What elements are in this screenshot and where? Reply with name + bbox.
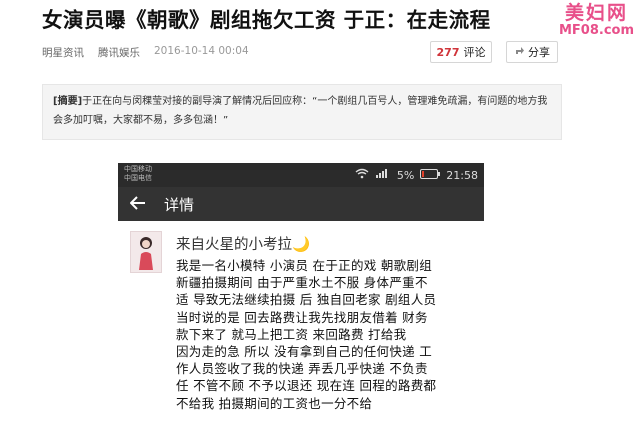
battery-percent: 5% [396, 168, 415, 182]
signal-icon [375, 168, 391, 182]
publish-time: 2016-10-14 00:04 [154, 45, 249, 57]
nav-bar: 详情 [118, 187, 484, 221]
comment-count: 277 [436, 45, 460, 59]
post-line: 任 不管不顾 不予以退还 现在连 回程的路费都 [176, 378, 437, 394]
nav-title: 详情 [164, 195, 195, 214]
post-line: 款下来了 就马上把工资 来回路费 打给我 [176, 326, 407, 342]
comment-label: 评论 [463, 46, 486, 59]
post-line: 因为走的急 所以 没有拿到自己的任何快递 工 [176, 344, 433, 360]
avatar[interactable] [130, 231, 162, 273]
share-button[interactable]: 分享 [506, 41, 558, 63]
author-name[interactable]: 来自火星的小考拉🌙 [176, 233, 310, 254]
carrier-line-2: 中国电信 [124, 174, 152, 182]
moon-icon: 🌙 [292, 237, 311, 253]
post-line: 不给我 拍摄期间的工资也一分不给 [176, 395, 373, 411]
phone-screenshot: 中国移动 中国电信 5% 21:58 详情 来自火星的小考拉🌙 我是一名小模特 … [118, 163, 484, 424]
article-meta: 明星资讯 腾讯娱乐 2016-10-14 00:04 [42, 45, 249, 60]
author-name-text: 来自火星的小考拉 [176, 237, 292, 253]
carrier-info: 中国移动 中国电信 [124, 165, 152, 183]
post-line: 新疆拍摄期间 由于严重水土不服 身体严重不 [176, 275, 428, 291]
article-headline: 女演员曝《朝歌》剧组拖欠工资 于正：在走流程 [42, 8, 491, 32]
back-arrow-icon[interactable] [118, 194, 158, 215]
summary-tag: [摘要] [53, 96, 83, 107]
status-bar: 中国移动 中国电信 5% 21:58 [118, 163, 484, 187]
wifi-icon [355, 168, 369, 182]
source-link[interactable]: 明星资讯 [42, 45, 84, 60]
share-label: 分享 [528, 46, 550, 59]
summary-text: 于正在向与闵稞莹对接的副导演了解情况后回应称：“一个剧组几百号人，管理难免疏漏，… [53, 96, 548, 126]
post-line: 我是一名小模特 小演员 在于正的戏 朝歌剧组 [176, 258, 433, 273]
post-line: 作人员签收了我的快递 弄丢几乎快递 不负责 [176, 361, 428, 377]
clock: 21:58 [446, 168, 478, 182]
watermark-brand: 美妇网 [564, 2, 628, 24]
watermark-url: MF08.com [558, 22, 634, 38]
status-icons: 5% 21:58 [355, 163, 478, 187]
share-icon [514, 45, 525, 59]
comment-button[interactable]: 277 评论 [430, 41, 492, 63]
post-line: 适 导致无法继续拍摄 后 独自回老家 剧组人员 [176, 292, 437, 308]
carrier-line-1: 中国移动 [124, 165, 152, 173]
battery-icon [420, 168, 441, 182]
post-line: 当时说的是 回去路费让我先找朋友借着 财务 [176, 309, 428, 325]
channel-link[interactable]: 腾讯娱乐 [98, 45, 140, 60]
watermark-logo: 美妇网 MF08.com [558, 2, 634, 38]
article-summary: [摘要]于正在向与闵稞莹对接的副导演了解情况后回应称：“一个剧组几百号人，管理难… [42, 84, 562, 140]
post-body: 我是一名小模特 小演员 在于正的戏 朝歌剧组 新疆拍摄期间 由于严重水土不服 身… [176, 257, 476, 412]
